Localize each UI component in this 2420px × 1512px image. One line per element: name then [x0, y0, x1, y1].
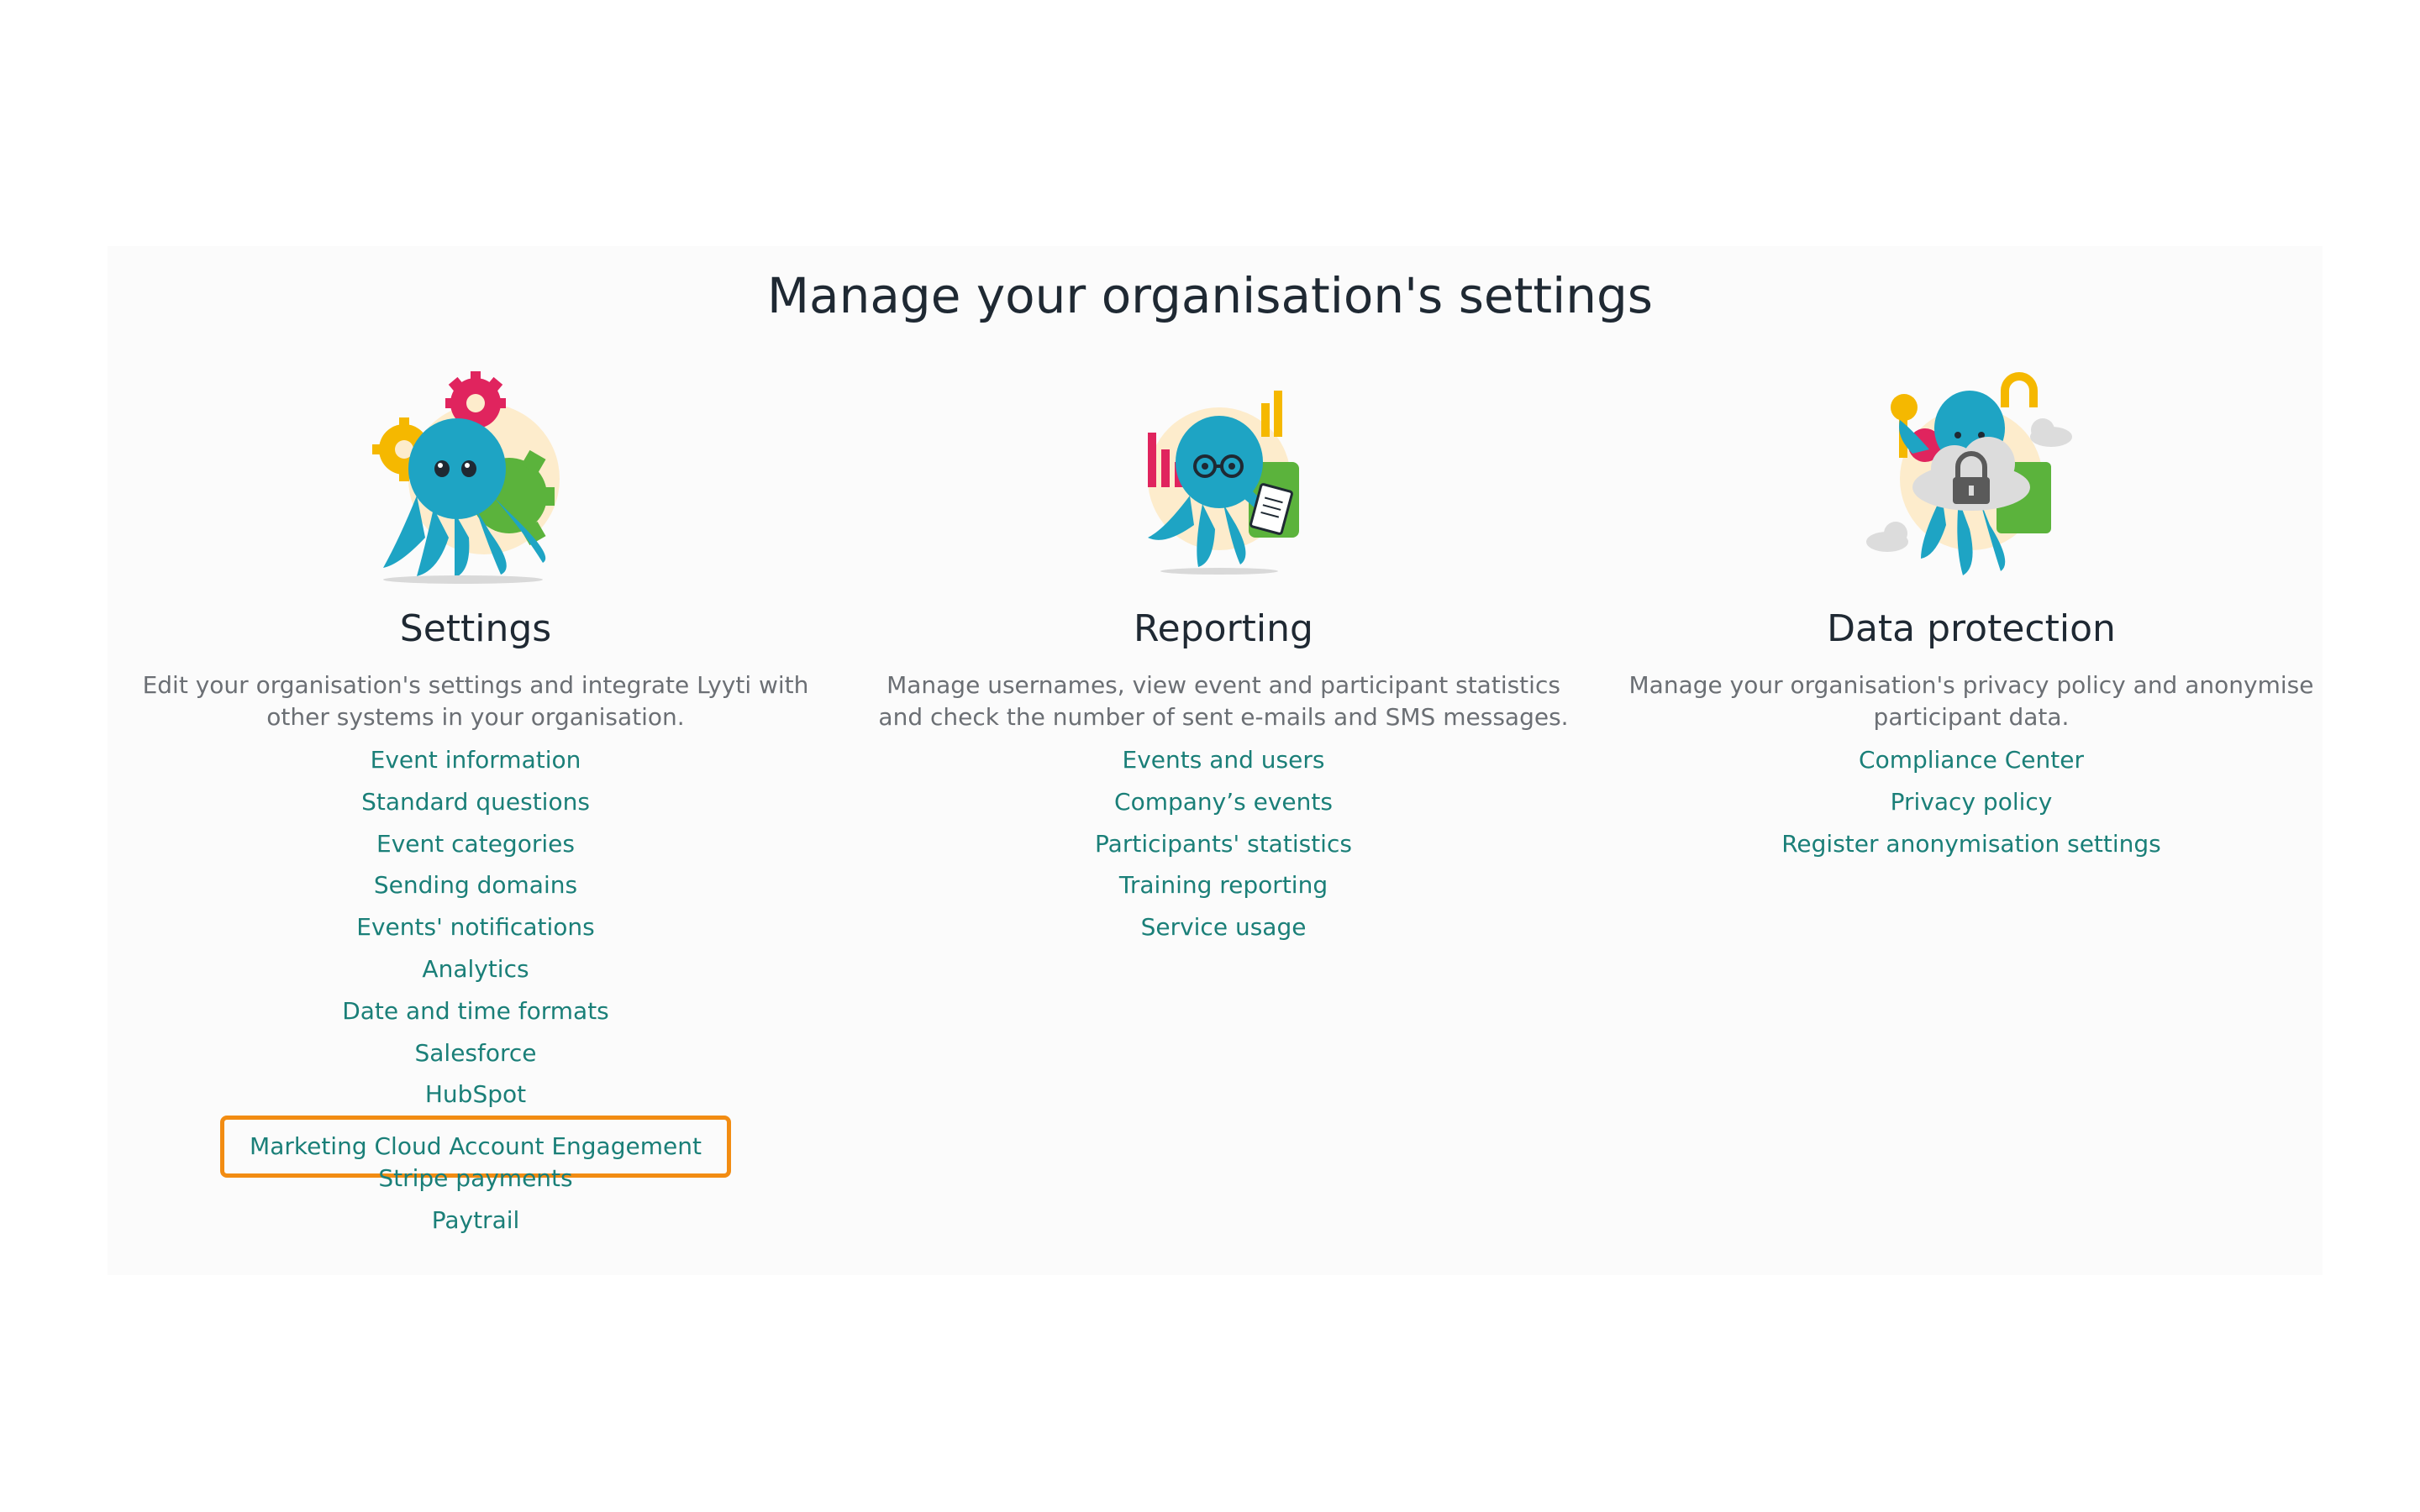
link-participants-statistics[interactable]: Participants' statistics	[1092, 827, 1355, 861]
link-analytics[interactable]: Analytics	[418, 953, 532, 986]
link-hubspot[interactable]: HubSpot	[422, 1078, 529, 1111]
link-events-notifications[interactable]: Events' notifications	[353, 911, 597, 944]
link-salesforce[interactable]: Salesforce	[411, 1037, 539, 1070]
link-training-reporting[interactable]: Training reporting	[1116, 869, 1331, 902]
data-protection-section: Data protection Manage your organisation…	[1593, 370, 2349, 858]
section-title-data-protection: Data protection	[1827, 607, 2116, 650]
settings-section: Settings Edit your organisation's settin…	[97, 370, 854, 1234]
octopus-gears-illustration	[372, 371, 560, 584]
link-paytrail[interactable]: Paytrail	[429, 1204, 523, 1237]
link-event-categories[interactable]: Event categories	[373, 827, 578, 861]
section-title-reporting: Reporting	[1134, 607, 1313, 650]
data-protection-link-list: Compliance Center Privacy policy Registe…	[1593, 743, 2349, 869]
link-standard-questions[interactable]: Standard questions	[358, 785, 593, 819]
section-description-data-protection: Manage your organisation's privacy polic…	[1628, 671, 2314, 731]
link-privacy-policy[interactable]: Privacy policy	[1887, 785, 2056, 819]
link-stripe-payments[interactable]: Stripe payments	[375, 1162, 576, 1195]
link-event-information[interactable]: Event information	[367, 743, 585, 777]
link-events-and-users[interactable]: Events and users	[1119, 743, 1328, 777]
link-service-usage[interactable]: Service usage	[1138, 911, 1310, 944]
link-register-anonymisation-settings[interactable]: Register anonymisation settings	[1778, 827, 2165, 861]
octopus-lock-cloud-illustration	[1866, 372, 2072, 575]
link-companys-events[interactable]: Company’s events	[1111, 785, 1336, 819]
link-date-and-time-formats[interactable]: Date and time formats	[339, 995, 613, 1028]
reporting-link-list: Events and users Company’s events Partic…	[845, 743, 1602, 953]
settings-link-list: Event information Standard questions Eve…	[97, 743, 854, 1246]
section-title-settings: Settings	[399, 607, 552, 650]
page-title: Manage your organisation's settings	[767, 267, 1653, 324]
reporting-section: Reporting Manage usernames, view event a…	[845, 370, 1602, 941]
link-sending-domains[interactable]: Sending domains	[371, 869, 581, 902]
octopus-charts-illustration	[1148, 391, 1299, 575]
section-description-settings: Edit your organisation's settings and in…	[142, 671, 809, 731]
link-compliance-center[interactable]: Compliance Center	[1855, 743, 2087, 777]
section-description-reporting: Manage usernames, view event and partici…	[878, 671, 1569, 731]
